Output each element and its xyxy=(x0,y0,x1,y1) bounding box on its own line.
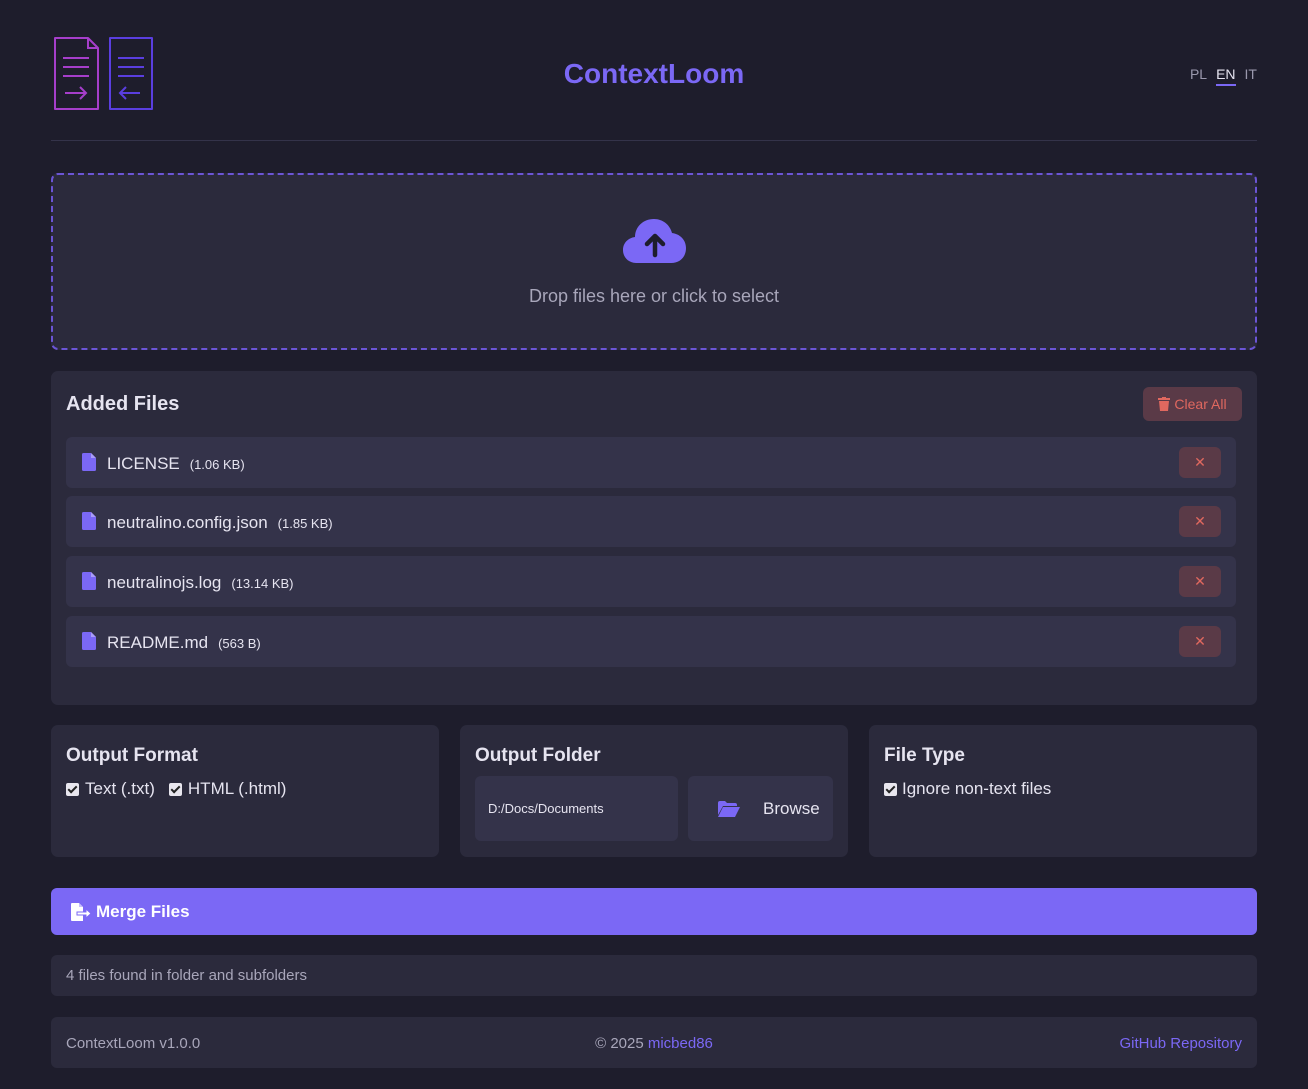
app-title: ContextLoom xyxy=(563,58,745,89)
file-icon xyxy=(82,512,96,530)
app-root: ContextLoom PL EN IT Drop files here or … xyxy=(51,0,1257,1068)
file-size: (1.85 KB) xyxy=(277,516,333,531)
file-export-icon xyxy=(71,902,91,921)
file-row: README.md (563 B) ✕ xyxy=(66,616,1236,667)
browse-label: Browse xyxy=(763,798,820,818)
txt-format-label: Text (.txt) xyxy=(85,779,155,798)
file-size: (563 B) xyxy=(218,636,261,651)
file-icon xyxy=(82,572,96,590)
file-size: (1.06 KB) xyxy=(189,457,245,472)
merge-files-label: Merge Files xyxy=(96,901,190,921)
added-files-title: Added Files xyxy=(66,393,180,415)
added-files-panel: Added Files Clear All LICENSE (1.06 KB) ✕… xyxy=(51,371,1257,705)
remove-file-button[interactable]: ✕ xyxy=(1179,566,1221,597)
status-bar: 4 files found in folder and subfolders xyxy=(51,955,1257,996)
html-format-checkbox[interactable] xyxy=(168,782,182,796)
folder-open-icon xyxy=(718,800,740,817)
language-switcher: PL EN IT xyxy=(1190,66,1257,86)
remove-file-button[interactable]: ✕ xyxy=(1179,447,1221,478)
close-icon: ✕ xyxy=(1194,454,1206,470)
header: ContextLoom PL EN IT xyxy=(51,0,1257,141)
dropzone-text: Drop files here or click to select xyxy=(528,286,780,306)
author-link[interactable]: micbed86 xyxy=(648,1035,713,1052)
output-folder-path: D:/Docs/Documents xyxy=(475,776,678,841)
output-folder-card: Output Folder D:/Docs/Documents Browse xyxy=(460,725,848,857)
file-dropzone[interactable]: Drop files here or click to select xyxy=(51,173,1257,350)
file-row: LICENSE (1.06 KB) ✕ xyxy=(66,437,1236,488)
output-folder-title: Output Folder xyxy=(475,745,601,766)
close-icon: ✕ xyxy=(1194,633,1206,649)
file-name: neutralinojs.log xyxy=(107,573,222,592)
file-name: neutralino.config.json xyxy=(107,513,268,532)
html-format-label: HTML (.html) xyxy=(187,779,287,798)
ignore-non-text-label: Ignore non-text files xyxy=(902,779,1052,798)
file-icon xyxy=(82,453,96,471)
lang-it[interactable]: IT xyxy=(1245,66,1257,86)
file-type-card: File Type Ignore non-text files xyxy=(869,725,1257,857)
file-row: neutralino.config.json (1.85 KB) ✕ xyxy=(66,496,1236,547)
close-icon: ✕ xyxy=(1194,573,1206,589)
file-size: (13.14 KB) xyxy=(231,576,294,591)
merge-files-button[interactable]: Merge Files xyxy=(51,888,1257,935)
file-name: LICENSE xyxy=(107,454,180,473)
file-row: neutralinojs.log (13.14 KB) ✕ xyxy=(66,556,1236,607)
clear-all-button[interactable]: Clear All xyxy=(1143,387,1242,421)
footer: ContextLoom v1.0.0 © 2025 micbed86 GitHu… xyxy=(51,1017,1257,1068)
txt-format-checkbox[interactable] xyxy=(66,782,79,796)
output-format-card: Output Format Text (.txt) HTML (.html) xyxy=(51,725,439,857)
output-format-title: Output Format xyxy=(66,745,198,766)
lang-en[interactable]: EN xyxy=(1216,66,1236,86)
trash-icon xyxy=(1158,397,1171,411)
cloud-upload-icon xyxy=(623,219,686,263)
ignore-non-text-checkbox[interactable] xyxy=(884,782,897,796)
browse-button[interactable]: Browse xyxy=(688,776,833,841)
close-icon: ✕ xyxy=(1194,513,1206,529)
file-type-title: File Type xyxy=(884,745,965,766)
remove-file-button[interactable]: ✕ xyxy=(1179,626,1221,657)
github-repository-link[interactable]: GitHub Repository xyxy=(1119,1035,1242,1052)
file-icon xyxy=(82,632,96,650)
clear-all-label: Clear All xyxy=(1174,396,1227,412)
lang-pl[interactable]: PL xyxy=(1190,66,1207,86)
copyright: © 2025 xyxy=(595,1035,644,1052)
file-name: README.md xyxy=(107,633,209,652)
remove-file-button[interactable]: ✕ xyxy=(1179,506,1221,537)
